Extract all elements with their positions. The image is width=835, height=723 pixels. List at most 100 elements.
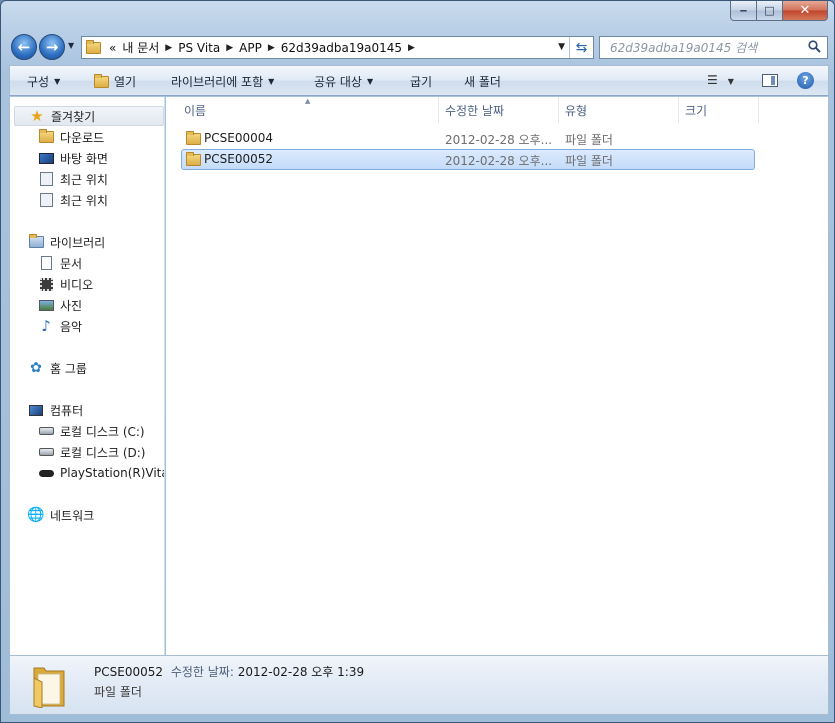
chevron-right-icon[interactable]: ▶ <box>165 43 172 53</box>
file-row[interactable]: PCSE00004 2012-02-28 오후... 파일 폴더 <box>181 128 755 149</box>
details-file-name-line: PCSE00052 수정한 날짜: 2012-02-28 오후 1:39 <box>94 663 364 680</box>
sidebar-item-recent-places[interactable]: 최근 위치 <box>38 190 108 210</box>
breadcrumb-item[interactable]: 내 문서 <box>122 39 159 56</box>
breadcrumb-overflow[interactable]: « <box>109 41 116 55</box>
caption-buttons: ‒ □ ✕ <box>730 1 828 21</box>
burn-button[interactable]: 굽기 <box>410 73 432 90</box>
sidebar-item-label: PlayStation(R)Vita <box>60 466 165 480</box>
chevron-right-icon[interactable]: ▶ <box>268 43 275 53</box>
library-icon <box>28 234 44 250</box>
sidebar-item-label: 로컬 디스크 (C:) <box>60 424 145 439</box>
sidebar-item-vita-device[interactable]: PlayStation(R)Vita <box>38 463 165 483</box>
folder-icon <box>186 131 201 148</box>
search-icon[interactable] <box>808 40 821 53</box>
organize-button[interactable]: 구성 ▼ <box>27 73 60 90</box>
column-header-modified[interactable]: 수정한 날짜 <box>445 102 504 119</box>
column-header-name[interactable]: 이름 <box>184 102 206 119</box>
change-view-button[interactable]: ☰ ▼ <box>707 73 734 87</box>
sort-ascending-icon: ▲ <box>305 97 311 105</box>
column-divider[interactable] <box>678 97 679 123</box>
breadcrumb-item[interactable]: 62d39adba19a0145 <box>281 41 402 55</box>
video-icon <box>38 276 54 292</box>
sidebar-item-label: 비디오 <box>60 277 94 292</box>
minimize-button[interactable]: ‒ <box>730 1 757 21</box>
sidebar-item-homegroup[interactable]: ✿ 홈 그룹 <box>28 358 87 378</box>
sidebar-item-drive-d[interactable]: 로컬 디스크 (D:) <box>38 442 145 462</box>
details-file-type: 파일 폴더 <box>94 685 142 699</box>
list-view-icon: ☰ <box>707 73 718 87</box>
downloads-icon <box>38 129 54 145</box>
arrow-right-icon: → <box>45 37 59 56</box>
computer-icon <box>28 402 44 418</box>
chevron-right-icon[interactable]: ▶ <box>226 43 233 53</box>
sidebar-item-pictures[interactable]: 사진 <box>38 295 82 315</box>
sidebar-item-video[interactable]: 비디오 <box>38 274 93 294</box>
column-divider[interactable] <box>558 97 559 123</box>
help-icon[interactable]: ? <box>797 72 814 89</box>
sidebar-item-documents[interactable]: 문서 <box>38 253 82 273</box>
address-history-dropdown[interactable]: ▼ <box>558 42 565 52</box>
forward-button[interactable]: → <box>39 34 65 60</box>
recent-pages-dropdown[interactable]: ▼ <box>68 41 74 50</box>
sidebar-item-libraries[interactable]: 라이브러리 <box>28 232 105 252</box>
close-button[interactable]: ✕ <box>783 1 828 21</box>
recent-places-icon <box>38 192 54 208</box>
preview-pane-icon[interactable] <box>762 74 778 87</box>
search-input[interactable]: 62d39adba19a0145 검색 <box>599 36 828 59</box>
chevron-down-icon: ▼ <box>54 77 61 86</box>
breadcrumb-item[interactable]: PS Vita <box>178 41 220 55</box>
sidebar-item-network[interactable]: 🌐 네트워크 <box>27 505 95 525</box>
sidebar-item-label: 네트워크 <box>50 508 95 523</box>
recent-places-icon <box>38 171 54 187</box>
navigation-pane: ★ 즐겨찾기 다운로드 바탕 화면 최근 위치 최근 위치 라이브러리 문서 비… <box>9 97 165 655</box>
file-list: ▲ 이름 수정한 날짜 유형 크기 PCSE00004 2012-02-28 오… <box>166 97 829 655</box>
refresh-button[interactable]: ⇆ <box>569 37 593 58</box>
column-divider[interactable] <box>438 97 439 123</box>
column-header-size[interactable]: 크기 <box>685 102 707 119</box>
chevron-down-icon: ▼ <box>727 77 734 86</box>
chevron-right-icon[interactable]: ▶ <box>408 43 415 53</box>
chevron-down-icon: ▼ <box>366 77 374 86</box>
arrow-left-icon: ← <box>17 37 31 56</box>
column-header-type[interactable]: 유형 <box>565 102 587 119</box>
maximize-button[interactable]: □ <box>757 1 783 21</box>
desktop-icon <box>38 150 54 166</box>
back-button[interactable]: ← <box>11 34 37 60</box>
column-divider[interactable] <box>758 97 759 123</box>
new-folder-button[interactable]: 새 폴더 <box>464 73 501 90</box>
drive-c-icon <box>38 423 54 439</box>
command-bar: 구성 ▼ 열기 라이브러리에 포함 ▼ 공유 대상 ▼ 굽기 새 폴더 ☰ ▼ ? <box>9 65 829 96</box>
share-with-button[interactable]: 공유 대상 ▼ <box>314 73 373 90</box>
sidebar-item-label: 문서 <box>60 256 83 271</box>
sidebar-item-label: 최근 위치 <box>60 193 108 208</box>
refresh-icon: ⇆ <box>575 39 588 56</box>
sidebar-item-label: 음악 <box>60 319 83 334</box>
sidebar-item-label: 즐겨찾기 <box>51 109 96 124</box>
pictures-icon <box>38 297 54 313</box>
file-row-selected[interactable]: PCSE00052 2012-02-28 오후... 파일 폴더 <box>181 149 755 170</box>
sidebar-item-downloads[interactable]: 다운로드 <box>38 127 104 147</box>
sidebar-item-drive-c[interactable]: 로컬 디스크 (C:) <box>38 421 145 441</box>
breadcrumb-item[interactable]: APP <box>239 41 262 55</box>
include-in-library-label: 라이브러리에 포함 <box>171 75 264 89</box>
sidebar-item-favorites[interactable]: ★ 즐겨찾기 <box>14 106 164 126</box>
file-type: 파일 폴더 <box>565 154 613 168</box>
address-bar[interactable]: « 내 문서 ▶ PS Vita ▶ APP ▶ 62d39adba19a014… <box>81 36 594 59</box>
drive-d-icon <box>38 444 54 460</box>
sidebar-item-desktop[interactable]: 바탕 화면 <box>38 148 108 168</box>
sidebar-item-label: 최근 위치 <box>60 172 108 187</box>
file-name: PCSE00052 <box>204 152 273 166</box>
vita-device-icon <box>38 465 54 481</box>
sidebar-item-label: 홈 그룹 <box>50 361 87 376</box>
open-button[interactable]: 열기 <box>94 73 136 90</box>
open-label: 열기 <box>114 75 137 89</box>
include-in-library-button[interactable]: 라이브러리에 포함 ▼ <box>171 73 274 90</box>
details-modified-value: 2012-02-28 오후 1:39 <box>237 665 365 679</box>
burn-label: 굽기 <box>410 75 433 89</box>
folder-icon <box>33 667 65 708</box>
sidebar-item-computer[interactable]: 컴퓨터 <box>28 400 83 420</box>
sidebar-item-music[interactable]: ♪ 음악 <box>38 316 82 336</box>
organize-label: 구성 <box>27 75 50 89</box>
sidebar-item-recent-places[interactable]: 최근 위치 <box>38 169 108 189</box>
file-type: 파일 폴더 <box>565 133 613 147</box>
